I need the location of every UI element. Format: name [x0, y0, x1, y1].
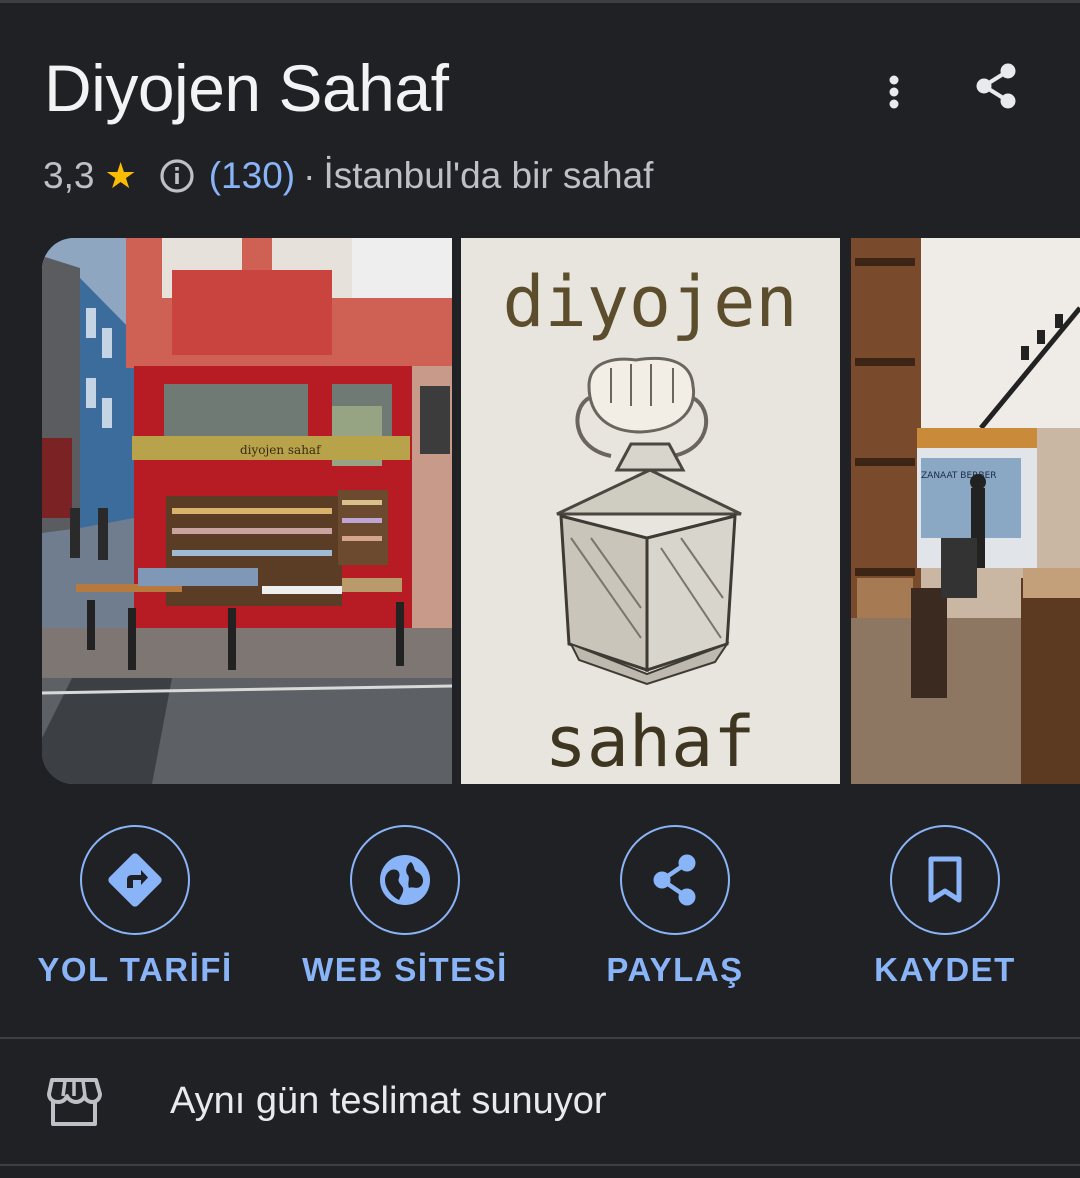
globe-icon [380, 855, 430, 905]
share-top-button[interactable] [970, 60, 1022, 112]
storefront-icon [47, 1078, 102, 1126]
place-title: Diyojen Sahaf [44, 51, 449, 125]
share-icon [976, 63, 1016, 109]
bookmark-icon [928, 856, 962, 903]
website-circle [350, 825, 460, 935]
website-button[interactable]: WEB SİTESİ [270, 825, 540, 989]
share-button[interactable]: PAYLAŞ [540, 825, 810, 989]
reviews-count-link[interactable]: (130) [209, 155, 295, 197]
photo-carousel[interactable]: diyojen sahaf diyojen sahaf ZANAAT BERBE… [0, 238, 1080, 784]
rating-value: 3,3 [43, 155, 95, 196]
place-meta: 3,3 ★ (130) · İstanbul'da bir sahaf [43, 152, 653, 200]
save-button[interactable]: KAYDET [810, 825, 1080, 989]
directions-icon [108, 853, 162, 907]
photo-interior[interactable]: ZANAAT BERBER [851, 238, 1080, 784]
photo-storefront[interactable]: diyojen sahaf [42, 238, 452, 784]
save-circle [890, 825, 1000, 935]
website-label: WEB SİTESİ [302, 951, 508, 988]
delivery-text: Aynı gün teslimat sunuyor [170, 1080, 607, 1122]
save-label: KAYDET [874, 951, 1016, 988]
share-circle [620, 825, 730, 935]
photo-logo-drawing[interactable]: diyojen sahaf [461, 238, 840, 784]
directions-button[interactable]: YOL TARİFİ [0, 825, 270, 989]
top-border [0, 0, 1080, 3]
storefront-sign-text: diyojen sahaf [240, 443, 322, 457]
info-icon[interactable] [157, 156, 197, 196]
action-buttons: YOL TARİFİ WEB SİTESİ PAYLAŞ KAYDET [0, 825, 1080, 995]
star-icon: ★ [104, 155, 137, 196]
more-options-button[interactable] [872, 68, 916, 116]
divider [0, 1037, 1080, 1039]
directions-label: YOL TARİFİ [37, 951, 233, 988]
drawing-bottom-text: sahaf [545, 701, 756, 783]
place-category: İstanbul'da bir sahaf [323, 155, 654, 196]
divider-bottom [0, 1164, 1080, 1166]
share-icon [653, 854, 696, 906]
separator-dot: · [303, 155, 316, 196]
delivery-attribute-row[interactable]: Aynı gün teslimat sunuyor [0, 1040, 1080, 1164]
directions-circle [80, 825, 190, 935]
share-label: PAYLAŞ [606, 951, 744, 988]
drawing-top-text: diyojen [502, 261, 797, 343]
more-vert-icon [889, 75, 899, 109]
